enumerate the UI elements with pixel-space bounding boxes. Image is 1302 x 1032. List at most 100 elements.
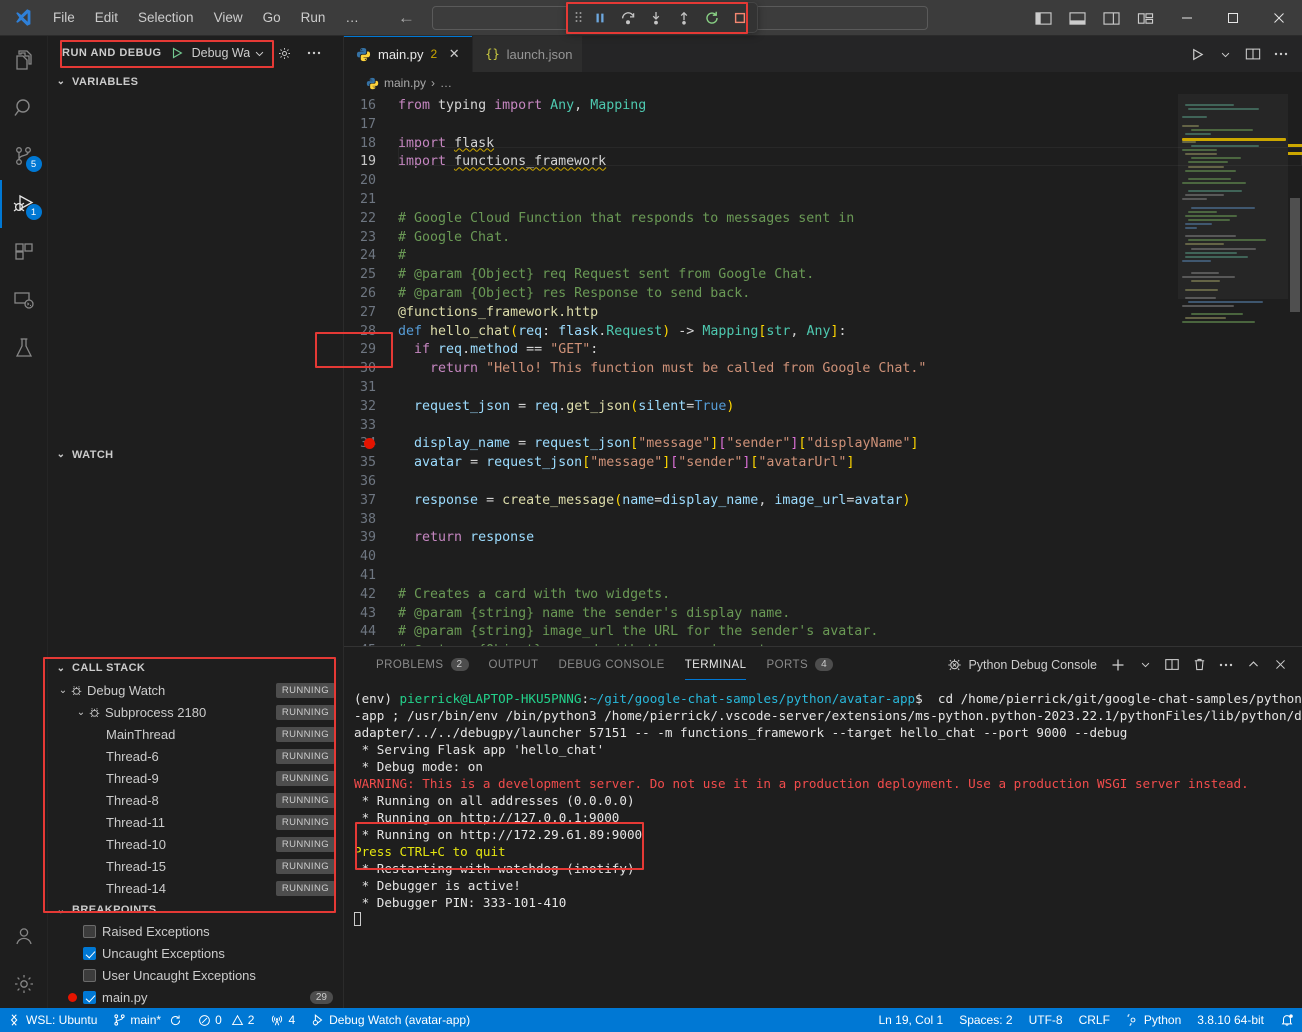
- activity-accounts[interactable]: [0, 912, 48, 960]
- status-python-interpreter[interactable]: 3.8.10 64-bit: [1189, 1008, 1272, 1032]
- pane-header-callstack[interactable]: ⌄ CALL STACK: [48, 658, 343, 680]
- scrollbar-thumb[interactable]: [1290, 198, 1300, 312]
- terminal-output[interactable]: (env) pierrick@LAPTOP-HKU5PNNG:~/git/goo…: [344, 682, 1302, 1008]
- menu-more[interactable]: …: [336, 6, 368, 29]
- run-python-file-button[interactable]: [1184, 41, 1210, 67]
- terminal-profile-chevron-icon[interactable]: [1133, 653, 1157, 677]
- menu-file[interactable]: File: [44, 6, 84, 29]
- menu-selection[interactable]: Selection: [129, 6, 203, 29]
- activity-extensions[interactable]: [0, 228, 48, 276]
- split-editor-button[interactable]: [1240, 41, 1266, 67]
- step-into-button[interactable]: [643, 5, 669, 30]
- step-over-button[interactable]: [615, 5, 641, 30]
- code-scroll-area[interactable]: 16from typing import Any, Mapping 17 18i…: [344, 94, 1302, 646]
- breadcrumb[interactable]: main.py › …: [344, 72, 1302, 94]
- minimize-button[interactable]: [1164, 0, 1210, 36]
- status-eol[interactable]: CRLF: [1071, 1008, 1118, 1032]
- restart-button[interactable]: [699, 5, 725, 30]
- code-content[interactable]: 16from typing import Any, Mapping 17 18i…: [344, 94, 1302, 646]
- chevron-down-icon[interactable]: ⌄: [56, 685, 70, 696]
- chevron-down-icon[interactable]: ⌄: [74, 707, 88, 718]
- pane-header-watch[interactable]: ⌄ WATCH: [48, 444, 343, 466]
- breakpoint-row[interactable]: Uncaught Exceptions: [48, 943, 343, 965]
- code-editor[interactable]: 16from typing import Any, Mapping 17 18i…: [344, 94, 1302, 646]
- new-terminal-button[interactable]: [1106, 653, 1130, 677]
- run-options-chevron-icon[interactable]: [1212, 41, 1238, 67]
- call-stack-row[interactable]: Thread-14RUNNING: [48, 877, 343, 897]
- status-problems[interactable]: 0 2: [190, 1008, 262, 1032]
- open-launch-json-gear-icon[interactable]: [273, 42, 295, 64]
- sidebar-more-actions-icon[interactable]: [303, 42, 325, 64]
- call-stack-row[interactable]: Thread-8RUNNING: [48, 789, 343, 811]
- pane-header-variables[interactable]: ⌄ VARIABLES: [48, 71, 343, 93]
- panel-tab-problems[interactable]: PROBLEMS 2: [366, 647, 479, 682]
- debug-toolbar-drag-handle[interactable]: [571, 11, 585, 25]
- menu-view[interactable]: View: [205, 6, 252, 29]
- call-stack-row[interactable]: MainThreadRUNNING: [48, 723, 343, 745]
- menu-bar[interactable]: File Edit Selection View Go Run …: [44, 6, 368, 29]
- panel-tab-ports[interactable]: PORTS 4: [756, 647, 843, 682]
- menu-run[interactable]: Run: [292, 6, 335, 29]
- maximize-panel-button[interactable]: [1241, 653, 1265, 677]
- debug-toolbar[interactable]: [566, 2, 758, 33]
- tab-launch-json[interactable]: {} launch.json: [473, 36, 583, 72]
- close-button[interactable]: [1256, 0, 1302, 36]
- close-tab-icon[interactable]: ✕: [446, 46, 462, 62]
- breakpoint-checkbox[interactable]: [83, 925, 96, 938]
- status-git-branch[interactable]: main*: [105, 1008, 190, 1032]
- activity-remote-explorer[interactable]: [0, 276, 48, 324]
- call-stack-row[interactable]: ⌄Debug WatchRUNNING: [48, 679, 343, 701]
- breakpoint-row[interactable]: User Uncaught Exceptions: [48, 965, 343, 987]
- breadcrumb-symbol[interactable]: …: [440, 76, 452, 90]
- activity-run-and-debug[interactable]: 1: [0, 180, 48, 228]
- go-back-icon[interactable]: ←: [398, 8, 415, 28]
- terminal-text[interactable]: (env) pierrick@LAPTOP-HKU5PNNG:~/git/goo…: [354, 690, 1302, 928]
- stop-button[interactable]: [727, 5, 753, 30]
- status-debug-session[interactable]: Debug Watch (avatar-app): [303, 1008, 478, 1032]
- panel-tab-terminal[interactable]: TERMINAL: [675, 647, 757, 682]
- call-stack-row[interactable]: Thread-15RUNNING: [48, 855, 343, 877]
- toggle-primary-sidebar-icon[interactable]: [1028, 4, 1058, 32]
- active-terminal-label[interactable]: Python Debug Console: [947, 657, 1097, 672]
- activity-explorer[interactable]: [0, 36, 48, 84]
- activity-testing[interactable]: [0, 324, 48, 372]
- status-ports[interactable]: 4: [262, 1008, 303, 1032]
- breakpoint-glyph[interactable]: [364, 438, 375, 449]
- split-terminal-button[interactable]: [1160, 653, 1184, 677]
- status-remote-wsl[interactable]: WSL: Ubuntu: [0, 1008, 105, 1032]
- editor-vertical-scrollbar[interactable]: [1288, 94, 1302, 646]
- panel-tab-output[interactable]: OUTPUT: [479, 647, 549, 682]
- panel-tab-debug-console[interactable]: DEBUG CONSOLE: [549, 647, 675, 682]
- start-debugging-button[interactable]: [170, 46, 184, 60]
- call-stack-row[interactable]: Thread-10RUNNING: [48, 833, 343, 855]
- close-panel-button[interactable]: [1268, 653, 1292, 677]
- status-cursor-position[interactable]: Ln 19, Col 1: [870, 1008, 951, 1032]
- status-encoding[interactable]: UTF-8: [1021, 1008, 1071, 1032]
- breakpoint-row[interactable]: main.py29: [48, 987, 343, 1008]
- activity-manage-settings[interactable]: [0, 960, 48, 1008]
- pause-button[interactable]: [587, 5, 613, 30]
- pane-header-breakpoints[interactable]: ⌄ BREAKPOINTS: [48, 899, 343, 921]
- call-stack-row[interactable]: Thread-9RUNNING: [48, 767, 343, 789]
- toggle-panel-icon[interactable]: [1062, 4, 1092, 32]
- breakpoint-checkbox[interactable]: [83, 991, 96, 1004]
- breakpoint-checkbox[interactable]: [83, 969, 96, 982]
- call-stack-row[interactable]: ⌄Subprocess 2180RUNNING: [48, 701, 343, 723]
- minimap[interactable]: [1178, 94, 1288, 646]
- step-out-button[interactable]: [671, 5, 697, 30]
- breakpoint-row[interactable]: Raised Exceptions: [48, 921, 343, 943]
- call-stack-row[interactable]: Thread-11RUNNING: [48, 811, 343, 833]
- call-stack-row[interactable]: Thread-6RUNNING: [48, 745, 343, 767]
- panel-more-actions-button[interactable]: [1214, 653, 1238, 677]
- debug-configuration-select[interactable]: Debug Wa: [192, 46, 266, 60]
- breakpoint-checkbox[interactable]: [83, 947, 96, 960]
- status-notifications[interactable]: [1272, 1008, 1302, 1032]
- customize-layout-icon[interactable]: [1130, 4, 1160, 32]
- breadcrumb-file[interactable]: main.py: [384, 76, 426, 90]
- menu-edit[interactable]: Edit: [86, 6, 127, 29]
- toggle-secondary-sidebar-icon[interactable]: [1096, 4, 1126, 32]
- maximize-button[interactable]: [1210, 0, 1256, 36]
- menu-go[interactable]: Go: [254, 6, 290, 29]
- kill-terminal-button[interactable]: [1187, 653, 1211, 677]
- tab-main-py[interactable]: main.py 2 ✕: [344, 36, 473, 72]
